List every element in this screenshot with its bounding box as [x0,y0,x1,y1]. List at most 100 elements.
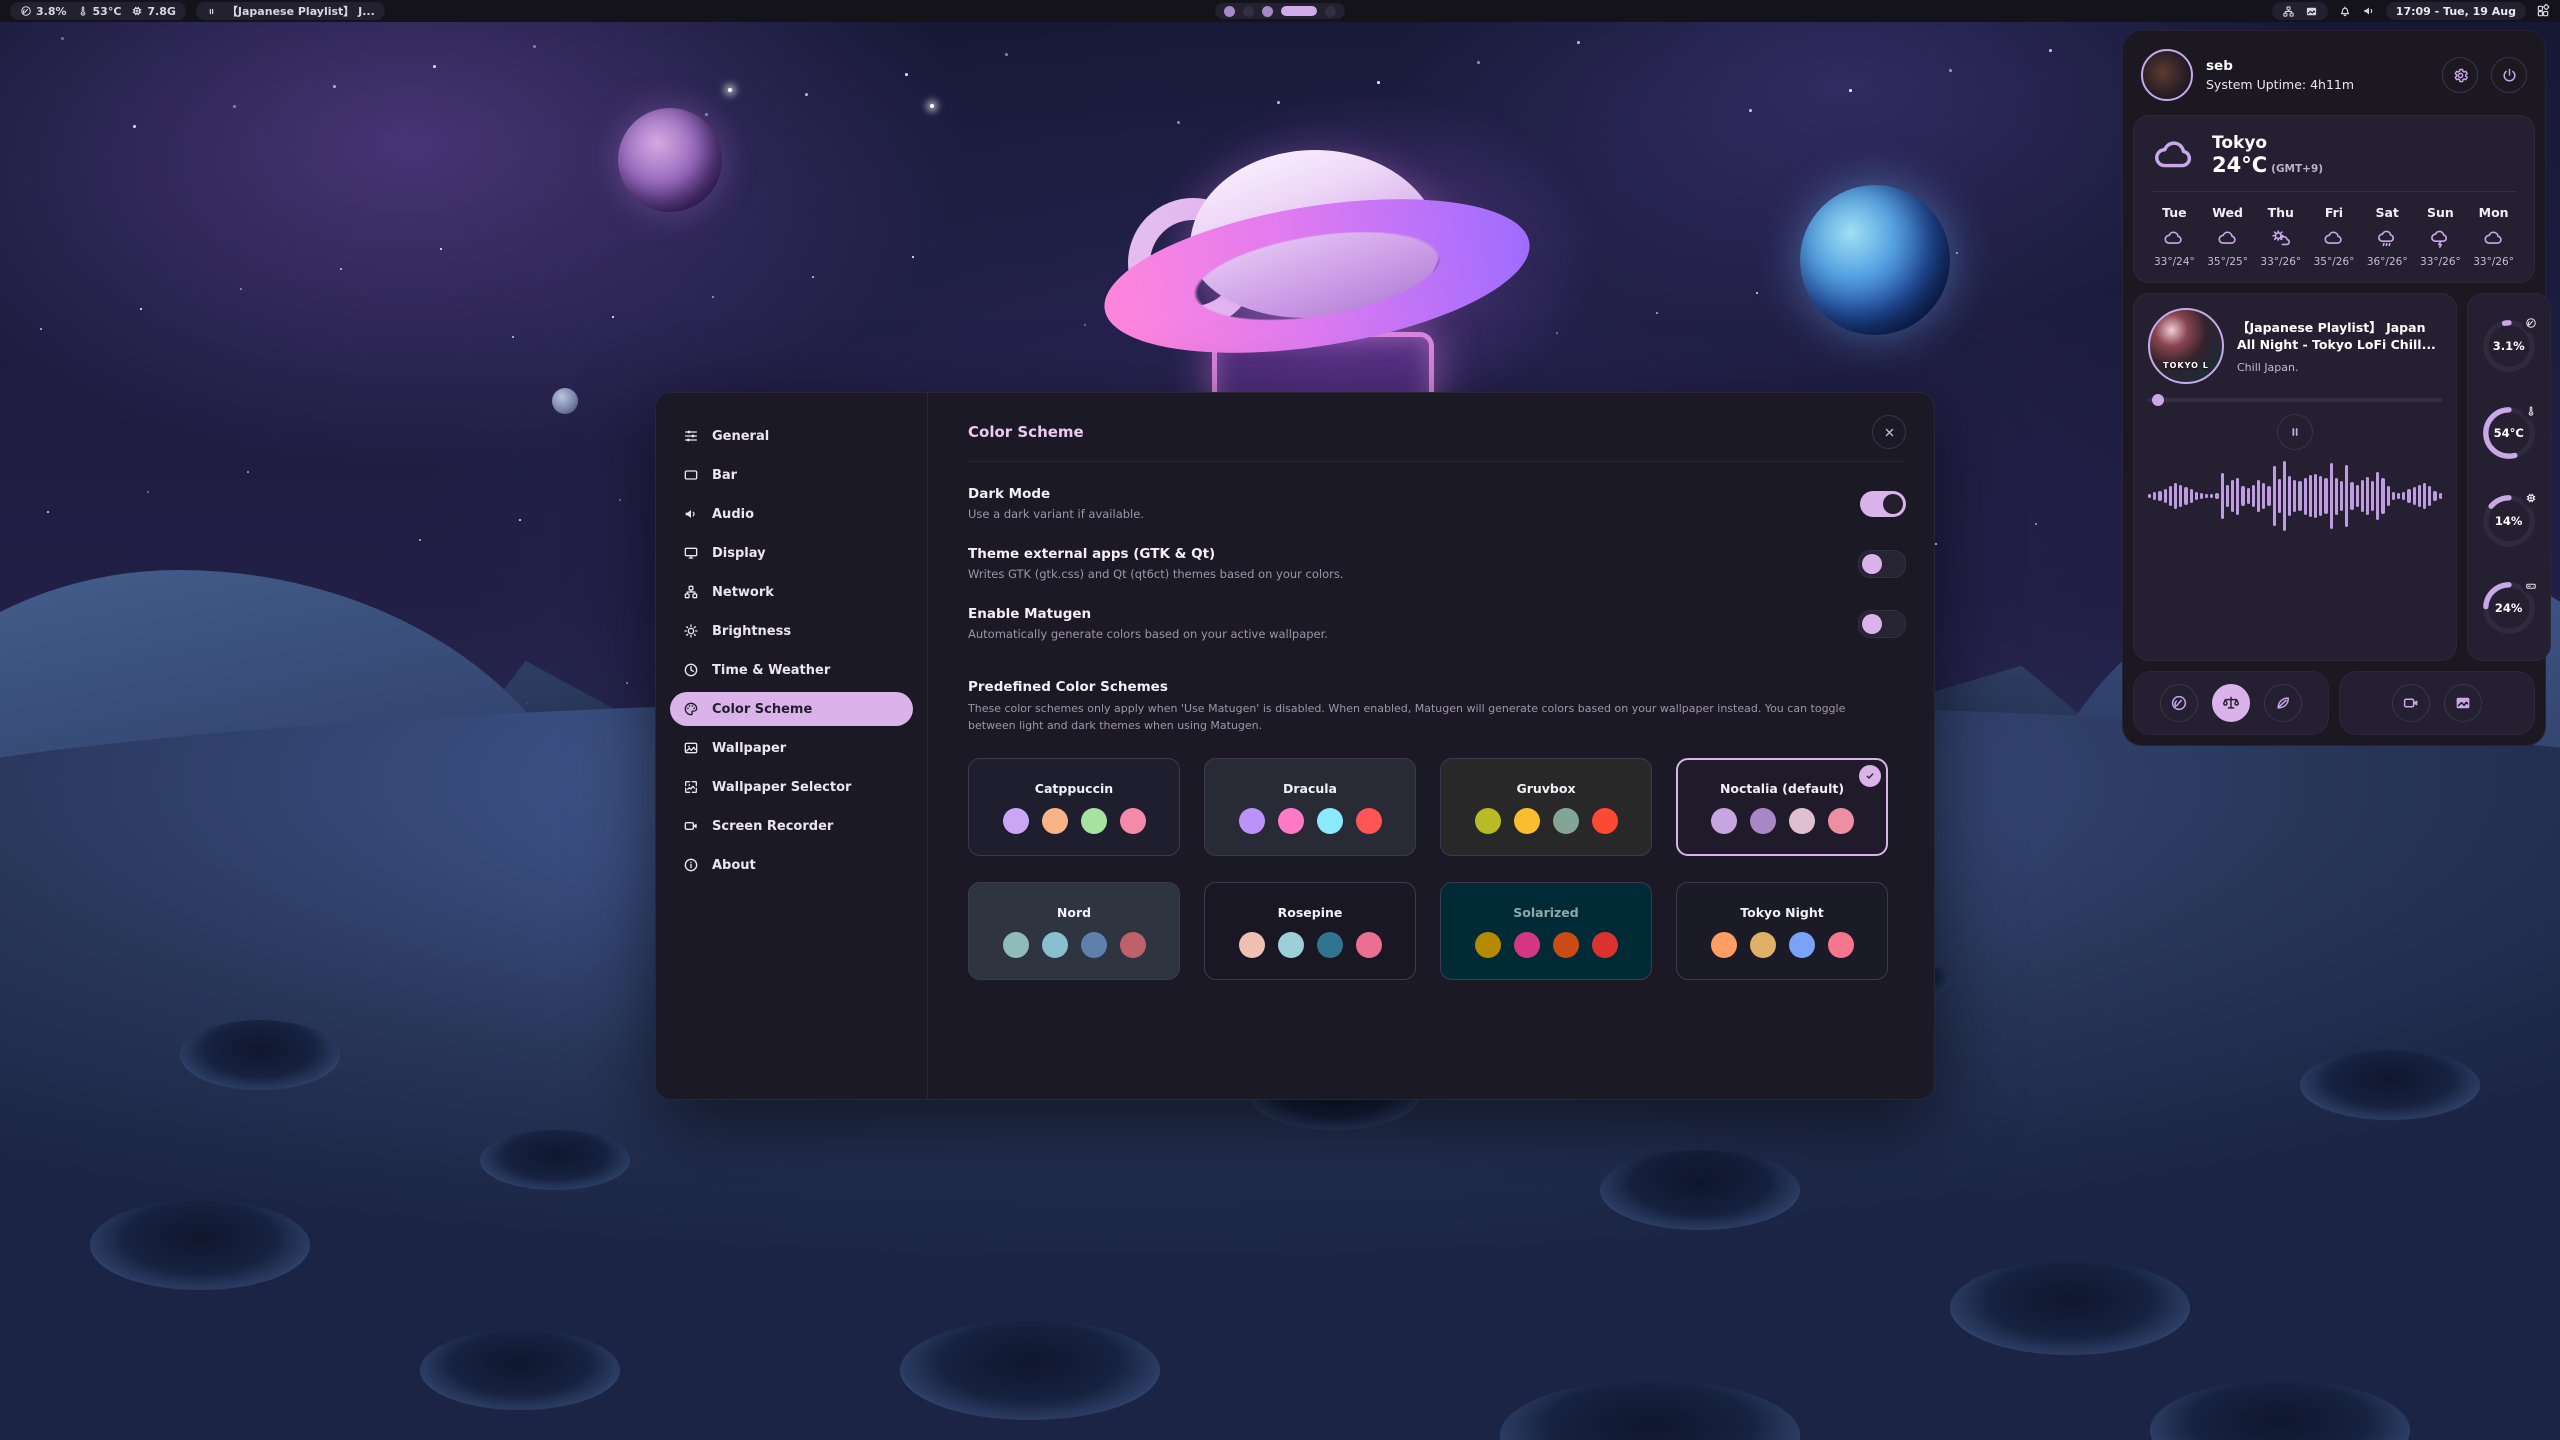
dark-mode-toggle[interactable] [1860,491,1906,517]
track-progress-bar[interactable] [2148,398,2442,402]
scheme-colors [1239,808,1382,834]
stat-value: 53°C [93,5,122,18]
sidebar-item-display[interactable]: Display [670,536,913,570]
scheme-card-noctalia-default[interactable]: Noctalia (default) [1676,758,1888,856]
sidebar-item-screen-recorder[interactable]: Screen Recorder [670,809,913,843]
toggle-knob [1883,494,1903,514]
setting-subtitle: Automatically generate colors based on y… [968,627,1328,641]
apps-icon[interactable] [2536,4,2550,18]
workspace-4[interactable] [1281,6,1317,16]
sidebar-item-wallpaper-selector[interactable]: Wallpaper Selector [670,770,913,804]
avatar [2141,49,2193,101]
pause-button[interactable] [2277,414,2313,450]
quick-wallpaper-button[interactable] [2444,684,2482,722]
color-dot [1750,808,1776,834]
check-icon [1864,770,1876,782]
sidebar-item-bar[interactable]: Bar [670,458,913,492]
sun-cloud-icon [2270,227,2292,249]
scheme-card-tokyo-night[interactable]: Tokyo Night [1676,882,1888,980]
system-gauges-card: 3.1%54°C14%24% [2467,293,2551,661]
weather-city: Tokyo [2212,133,2323,153]
system-stats-pill[interactable]: 3.8%53°C7.8G [10,2,186,20]
toggle-knob [1862,614,1882,634]
setting-row-theme-external-apps-gtk-qt: Theme external apps (GTK & Qt)Writes GTK… [968,546,1906,581]
moon-crater [420,1330,620,1410]
moon-crater [180,1020,340,1090]
pause-icon [206,6,217,17]
system-uptime: System Uptime: 4h11m [2206,77,2429,92]
star [40,328,42,330]
scheme-colors [1003,932,1146,958]
brightness-icon [683,623,699,639]
workspace-5[interactable] [1325,6,1336,17]
forecast-temps: 33°/26° [2420,256,2461,268]
sidebar-item-label: Color Scheme [712,702,812,717]
power-profile-card [2133,671,2329,735]
workspace-indicator[interactable] [1215,3,1345,19]
cloud-icon [2163,227,2185,249]
quick-actions-card [2339,671,2535,735]
scheme-card-rosepine[interactable]: Rosepine [1204,882,1416,980]
right-panel: seb System Uptime: 4h11m Tokyo 24°C (GMT… [2122,30,2546,746]
power-profile-gauge-button[interactable] [2160,684,2198,722]
progress-knob[interactable] [2152,394,2164,406]
workspace-1[interactable] [1224,6,1235,17]
sidebar-item-about[interactable]: About [670,848,913,882]
workspace-2[interactable] [1243,6,1254,17]
clock-pill[interactable]: 17:09 - Tue, 19 Aug [2386,2,2526,20]
scheme-name: Catppuccin [1035,781,1113,796]
star [47,511,49,513]
power-button[interactable] [2491,57,2527,93]
star [1177,121,1180,124]
scheme-card-gruvbox[interactable]: Gruvbox [1440,758,1652,856]
sidebar-item-label: Audio [712,507,754,522]
star [728,88,732,92]
sidebar-item-label: Brightness [712,624,791,639]
enable-matugen-toggle[interactable] [1858,610,1906,638]
media-pill[interactable]: 【Japanese Playlist】 J... [196,2,385,20]
quick-videocam-button[interactable] [2392,684,2430,722]
forecast-day-mon: Mon33°/26° [2473,205,2514,268]
scheme-name: Dracula [1283,781,1337,796]
settings-button[interactable] [2442,57,2478,93]
sidebar-item-time-weather[interactable]: Time & Weather [670,653,913,687]
chip-icon [2525,492,2537,504]
scheme-card-solarized[interactable]: Solarized [1440,882,1652,980]
gear-icon [2452,67,2469,84]
scheme-card-catppuccin[interactable]: Catppuccin [968,758,1180,856]
setting-row-dark-mode: Dark ModeUse a dark variant if available… [968,486,1906,521]
power-profile-leaf-button[interactable] [2264,684,2302,722]
bell-icon[interactable] [2338,4,2352,18]
sidebar-item-general[interactable]: General [670,419,913,453]
setting-row-enable-matugen: Enable Matugen Automatically generate col… [968,606,1906,641]
star [619,499,621,501]
setting-title: Enable Matugen [968,606,1328,622]
star [61,37,64,40]
sidebar-item-audio[interactable]: Audio [670,497,913,531]
chip-icon [131,5,143,17]
scheme-colors [1475,808,1618,834]
forecast-day-fri: Fri35°/26° [2314,205,2355,268]
color-dot [1514,932,1540,958]
sidebar-item-wallpaper[interactable]: Wallpaper [670,731,913,765]
star [1084,324,1086,326]
sidebar-item-brightness[interactable]: Brightness [670,614,913,648]
star [1577,41,1580,44]
workspace-3[interactable] [1262,6,1273,17]
gauge-icon [20,5,32,17]
power-profile-scales-button[interactable] [2212,684,2250,722]
network-icon [2282,5,2295,18]
sidebar-item-color-scheme[interactable]: Color Scheme [670,692,913,726]
album-art: TOKYO L [2148,308,2224,384]
sidebar-item-network[interactable]: Network [670,575,913,609]
close-button[interactable] [1872,415,1906,449]
volume-icon[interactable] [2362,4,2376,18]
scheme-colors [1475,932,1618,958]
color-dot [1239,932,1265,958]
theme-external-apps-gtk-qt-toggle[interactable] [1858,550,1906,578]
scheme-card-dracula[interactable]: Dracula [1204,758,1416,856]
toggle-knob [1862,554,1882,574]
scheme-card-nord[interactable]: Nord [968,882,1180,980]
color-dot [1514,808,1540,834]
tray-pill[interactable] [2272,2,2328,20]
